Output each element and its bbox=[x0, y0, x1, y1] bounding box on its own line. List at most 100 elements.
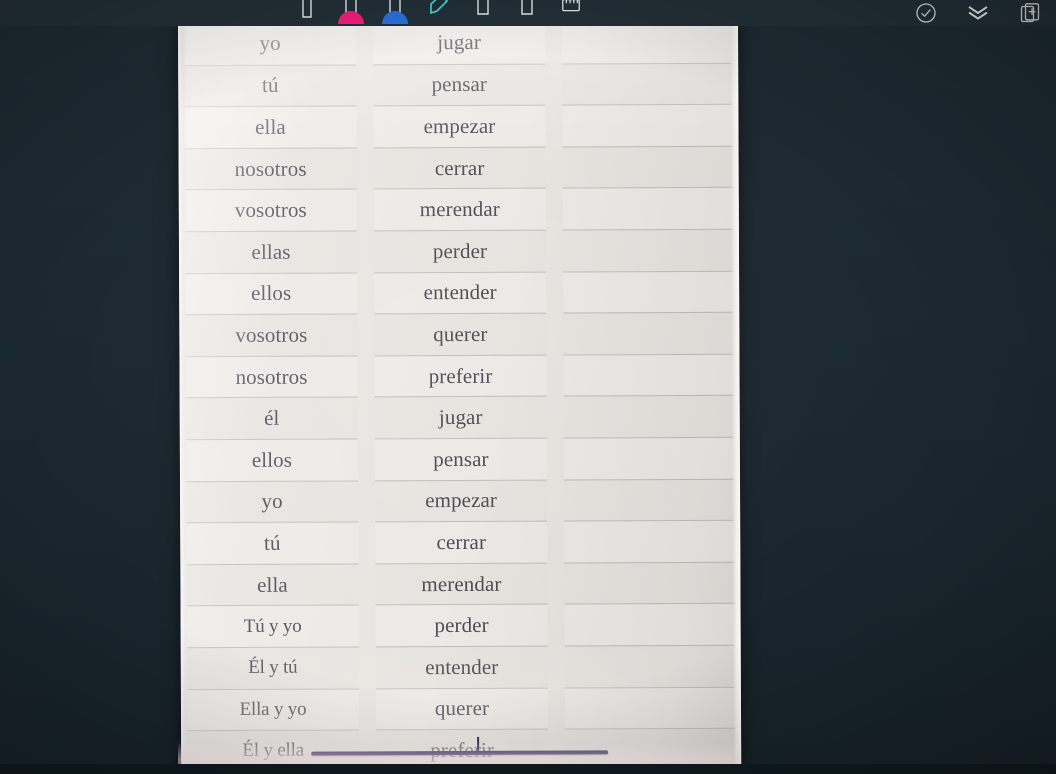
column-gutter bbox=[358, 397, 375, 439]
highlighter-pink-tool[interactable] bbox=[338, 0, 364, 26]
answer-cell[interactable] bbox=[563, 395, 734, 438]
answer-cell[interactable] bbox=[562, 145, 733, 188]
pencil-tool[interactable] bbox=[472, 0, 494, 26]
pronoun-cell: Ella y yo bbox=[186, 687, 360, 731]
column-gutter bbox=[357, 314, 374, 356]
column-gutter bbox=[545, 63, 562, 105]
column-gutter bbox=[546, 146, 563, 188]
verb-cell: jugar bbox=[374, 395, 547, 439]
pronoun-cell: ellos bbox=[185, 438, 358, 481]
verb-cell: merendar bbox=[375, 562, 548, 605]
verb-cell: perder bbox=[373, 229, 547, 272]
pronoun-cell: ellas bbox=[184, 230, 358, 273]
add-page-icon[interactable] bbox=[1018, 1, 1042, 25]
column-gutter bbox=[359, 646, 376, 688]
answer-cell[interactable] bbox=[561, 20, 733, 64]
pen-tool[interactable] bbox=[296, 0, 318, 26]
marker-tool[interactable] bbox=[516, 0, 538, 26]
toolbar-left-tools bbox=[296, 0, 582, 26]
worksheet-paper: yo jugar tú pensar ella empezar nosotros cerrar… bbox=[178, 20, 742, 774]
table-row: Él y tú entender bbox=[186, 644, 735, 689]
column-gutter bbox=[547, 396, 564, 438]
verb-cell: merendar bbox=[373, 187, 546, 231]
pronoun-cell: vosotros bbox=[185, 313, 358, 356]
table-row: yo jugar bbox=[184, 20, 733, 65]
column-gutter bbox=[357, 355, 374, 397]
answer-cell[interactable] bbox=[564, 519, 735, 563]
column-gutter bbox=[359, 605, 376, 647]
pronoun-cell: ellos bbox=[185, 272, 358, 315]
table-row: ellos entender bbox=[185, 270, 734, 315]
table-row: ella empezar bbox=[184, 103, 733, 148]
check-circle-icon[interactable] bbox=[914, 1, 938, 25]
column-gutter bbox=[358, 438, 375, 480]
verb-cell: empezar bbox=[374, 479, 548, 522]
answer-cell[interactable] bbox=[563, 270, 734, 313]
conjugation-table: yo jugar tú pensar ella empezar nosotros cerrar… bbox=[184, 20, 736, 772]
device-bezel-bottom bbox=[0, 764, 1056, 774]
column-gutter bbox=[357, 189, 374, 231]
table-row: nosotros preferir bbox=[185, 353, 734, 398]
verb-cell: pensar bbox=[374, 437, 547, 480]
verb-cell: preferir bbox=[374, 354, 547, 397]
answer-cell[interactable] bbox=[562, 187, 733, 230]
pronoun-cell: Él y tú bbox=[186, 646, 359, 689]
answer-cell[interactable] bbox=[562, 103, 733, 147]
column-gutter bbox=[547, 562, 564, 604]
column-gutter bbox=[546, 188, 563, 230]
column-gutter bbox=[358, 563, 375, 605]
column-gutter bbox=[359, 688, 376, 730]
answer-cell[interactable] bbox=[563, 353, 734, 396]
pronoun-cell: yo bbox=[184, 22, 357, 65]
column-gutter bbox=[545, 105, 562, 147]
eraser-tool[interactable] bbox=[428, 0, 450, 26]
table-row: yo empezar bbox=[185, 478, 735, 523]
pronoun-cell: tú bbox=[186, 521, 359, 564]
answer-cell[interactable] bbox=[564, 561, 735, 604]
answer-cell[interactable] bbox=[563, 478, 735, 521]
column-gutter bbox=[546, 271, 563, 313]
column-gutter bbox=[547, 437, 564, 479]
answer-cell[interactable] bbox=[562, 228, 734, 272]
table-row: Tú y yo perder bbox=[186, 603, 735, 648]
column-gutter bbox=[357, 147, 374, 189]
answer-cell[interactable] bbox=[564, 644, 735, 688]
column-gutter bbox=[357, 230, 374, 272]
column-gutter bbox=[548, 645, 565, 687]
verb-cell: empezar bbox=[373, 104, 546, 148]
table-row: Ella y yo querer bbox=[186, 686, 736, 731]
answer-cell[interactable] bbox=[563, 436, 734, 480]
verb-cell: perder bbox=[375, 603, 548, 647]
ruler-tool[interactable] bbox=[560, 0, 582, 26]
table-row: ella merendar bbox=[186, 561, 735, 606]
verb-cell: cerrar bbox=[375, 520, 548, 564]
answer-cell[interactable] bbox=[564, 686, 736, 729]
column-gutter bbox=[356, 106, 373, 148]
column-gutter bbox=[356, 22, 373, 64]
chevrons-down-icon[interactable] bbox=[966, 1, 990, 25]
verb-cell: entender bbox=[374, 271, 547, 314]
column-gutter bbox=[545, 22, 562, 64]
column-gutter bbox=[547, 479, 564, 521]
table-row: tú cerrar bbox=[186, 519, 735, 564]
verb-cell: querer bbox=[374, 312, 547, 356]
table-row: vosotros querer bbox=[185, 311, 734, 356]
verb-cell: querer bbox=[375, 687, 549, 730]
column-gutter bbox=[357, 272, 374, 314]
column-gutter bbox=[548, 687, 565, 729]
pronoun-cell: nosotros bbox=[185, 355, 358, 398]
highlighter-blue-tool[interactable] bbox=[382, 0, 408, 26]
pronoun-cell: yo bbox=[185, 479, 359, 523]
column-gutter bbox=[546, 230, 563, 272]
table-row: ellas perder bbox=[184, 228, 734, 273]
table-row: ellos pensar bbox=[185, 436, 734, 481]
pronoun-cell: Tú y yo bbox=[186, 604, 359, 648]
verb-cell: pensar bbox=[373, 63, 546, 106]
column-gutter bbox=[547, 521, 564, 563]
answer-cell[interactable] bbox=[563, 311, 734, 355]
answer-cell[interactable] bbox=[564, 603, 735, 646]
answer-cell[interactable] bbox=[562, 62, 733, 105]
table-row: nosotros cerrar bbox=[184, 145, 733, 190]
toolbar-right-tools bbox=[914, 0, 1042, 26]
column-gutter bbox=[548, 604, 565, 646]
